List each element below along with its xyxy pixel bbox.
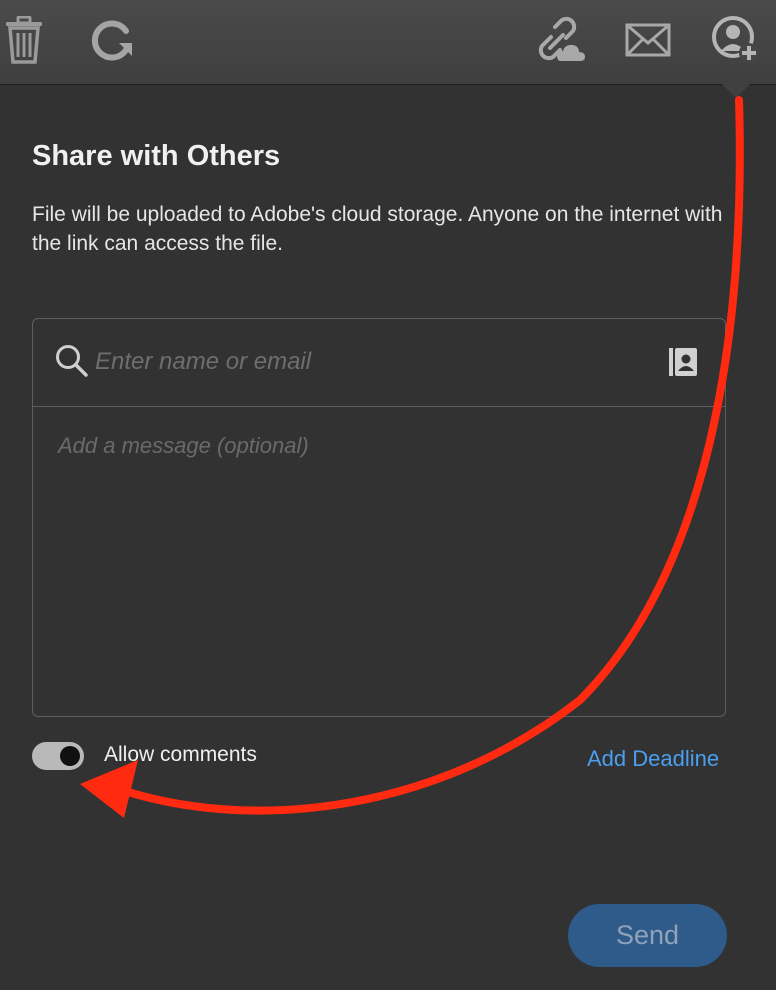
panel-title: Share with Others (32, 140, 281, 172)
send-button[interactable]: Send (568, 904, 727, 967)
share-form (32, 318, 726, 717)
trash-icon[interactable] (0, 14, 52, 66)
add-deadline-link[interactable]: Add Deadline (587, 746, 719, 772)
add-person-icon[interactable] (708, 14, 764, 66)
link-cloud-icon[interactable] (532, 14, 588, 66)
toolbar-pointer (722, 84, 750, 98)
envelope-icon[interactable] (620, 14, 676, 66)
contacts-icon[interactable] (667, 346, 699, 383)
refresh-icon[interactable] (84, 14, 140, 66)
search-icon (55, 344, 89, 383)
recipient-row (33, 319, 725, 407)
recipient-input[interactable] (93, 341, 657, 383)
allow-comments-label: Allow comments (104, 743, 257, 766)
panel-description: File will be uploaded to Adobe's cloud s… (32, 203, 723, 255)
allow-comments-toggle[interactable] (32, 742, 84, 770)
toolbar (0, 0, 776, 85)
message-field[interactable] (33, 407, 725, 715)
toggle-knob (60, 746, 80, 766)
